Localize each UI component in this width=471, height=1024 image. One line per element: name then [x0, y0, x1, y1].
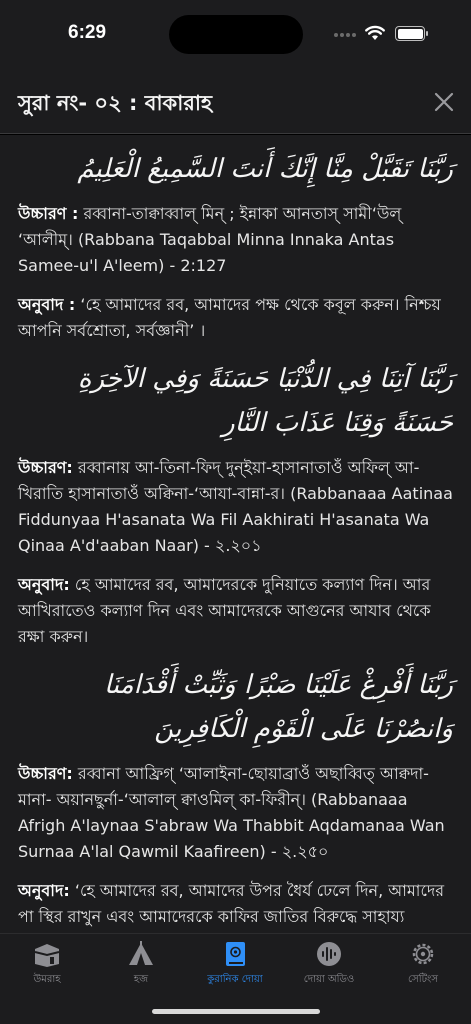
dua-translation: অনুবাদ: হে আমাদের রব, আমাদেরকে দুনিয়াতে… — [18, 572, 453, 650]
quran-book-icon — [226, 942, 245, 966]
tab-label: সেটিংস — [408, 974, 438, 985]
pronunciation-text: রব্বানায় আ-তিনা-ফিদ্ দুন্ইয়া-হাসানাতাও… — [18, 458, 453, 555]
audio-wave-icon — [317, 942, 341, 966]
dua-arabic-text: رَبَّنَا تَقَبَّلْ مِنَّا إِنَّكَ أَنتَ … — [77, 154, 453, 184]
dua-translation: অনুবাদ : ‘হে আমাদের রব, আমাদের পক্ষ থেকে… — [18, 292, 453, 344]
tent-icon — [129, 941, 153, 965]
kaaba-icon — [34, 944, 60, 967]
status-bar: 6:29 — [0, 0, 471, 68]
pronunciation-text: রব্বানা আফ্রিগ্ ‘আলাইনা-ছোয়াব্রাওঁ অছাব… — [18, 764, 445, 861]
tab-quranic-dua[interactable]: কুরানিক দোয়া — [188, 940, 282, 989]
tab-umrah[interactable]: উমরাহ — [0, 940, 94, 989]
tab-dua-audio[interactable]: দোয়া অডিও — [282, 940, 376, 989]
close-icon[interactable] — [428, 86, 460, 118]
header: সুরা নং- ০২ : বাকারাহ — [0, 68, 471, 134]
translation-text: হে আমাদের রব, আমাদেরকে দুনিয়াতে কল্যাণ … — [18, 575, 431, 646]
dua-arabic-text: رَبَّنَا أَفْرِغْ عَلَيْنَا صَبْرًا وَثَ… — [103, 670, 453, 744]
dua-pronunciation: উচ্চারণ: রব্বানা আফ্রিগ্ ‘আলাইনা-ছোয়াব্… — [18, 761, 453, 865]
dua-translation: অনুবাদ: ‘হে আমাদের রব, আমাদের উপর ধৈর্য … — [18, 878, 453, 933]
dua-item: رَبَّنَا أَفْرِغْ عَلَيْنَا صَبْرًا وَثَ… — [18, 663, 453, 933]
dua-arabic-text: رَبَّنَا آتِنَا فِي الدُّنْيَا حَسَنَةً … — [77, 364, 453, 438]
tab-label: কুরানিক দোয়া — [207, 974, 263, 985]
translation-text: ‘হে আমাদের রব, আমাদের উপর ধৈর্য ঢেলে দিন… — [18, 881, 445, 926]
dua-list[interactable]: رَبَّنَا تَقَبَّلْ مِنَّا إِنَّكَ أَنتَ … — [0, 135, 471, 933]
gear-icon — [412, 943, 434, 965]
tab-label: দোয়া অডিও — [303, 974, 355, 985]
pronunciation-label: উচ্চারণ: — [18, 458, 73, 477]
battery-icon — [395, 26, 428, 41]
page-title: সুরা নং- ০২ : বাকারাহ — [18, 91, 212, 115]
translation-label: অনুবাদ : — [18, 295, 76, 314]
translation-label: অনুবাদ: — [18, 881, 70, 900]
translation-text: ‘হে আমাদের রব, আমাদের পক্ষ থেকে কবূল করু… — [18, 295, 441, 340]
dua-pronunciation: উচ্চারণ: রব্বানায় আ-তিনা-ফিদ্ দুন্ইয়া-… — [18, 455, 453, 559]
dua-pronunciation: উচ্চারণ : রব্বানা-তাক্বাব্বাল্ মিন্ ; ইন… — [18, 201, 453, 279]
pronunciation-label: উচ্চারণ : — [18, 204, 79, 223]
dua-item: رَبَّنَا تَقَبَّلْ مِنَّا إِنَّكَ أَنتَ … — [18, 147, 453, 344]
translation-label: অনুবাদ: — [18, 575, 70, 594]
status-time: 6:29 — [68, 22, 107, 43]
wifi-icon — [365, 25, 385, 40]
home-indicator — [152, 1009, 320, 1014]
dua-item: رَبَّنَا آتِنَا فِي الدُّنْيَا حَسَنَةً … — [18, 357, 453, 650]
tab-label: উমরাহ — [33, 974, 61, 985]
cellular-signal-icon — [334, 33, 356, 37]
tab-label: হজ — [133, 974, 149, 985]
tab-hajj[interactable]: হজ — [94, 940, 188, 989]
pronunciation-label: উচ্চারণ: — [18, 764, 73, 783]
tab-settings[interactable]: সেটিংস — [376, 940, 470, 989]
dynamic-island — [169, 15, 303, 54]
